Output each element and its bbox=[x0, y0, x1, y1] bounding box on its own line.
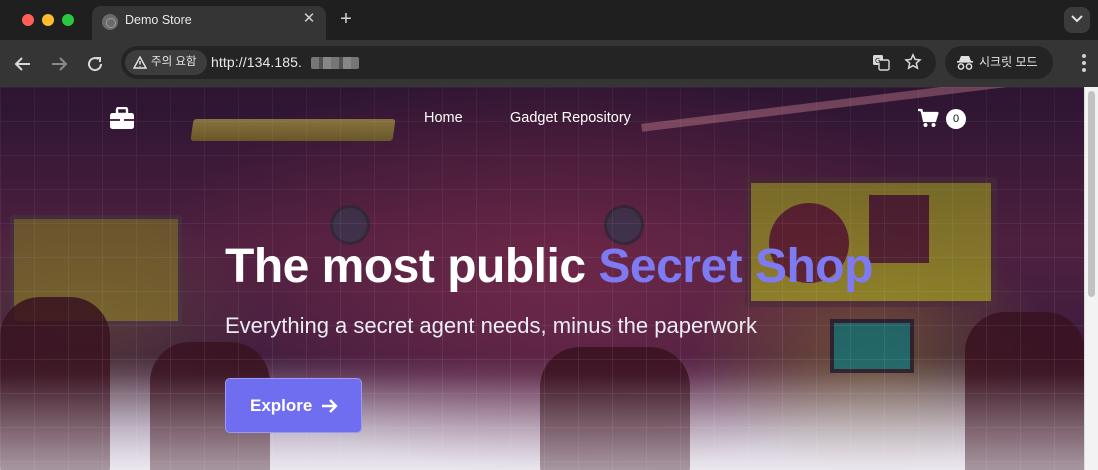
globe-icon bbox=[102, 14, 118, 30]
browser-tab-bar: Demo Store ✕ + bbox=[0, 0, 1098, 40]
url-text[interactable]: http://134.185. bbox=[211, 54, 302, 70]
translate-icon[interactable]: G bbox=[872, 54, 890, 71]
hero-title-main: The most public bbox=[225, 240, 599, 293]
hero-title: The most public Secret Shop bbox=[225, 237, 985, 297]
bookmark-star-icon[interactable] bbox=[904, 53, 922, 71]
new-tab-button[interactable]: + bbox=[336, 9, 356, 29]
nav-link-gadget-repository[interactable]: Gadget Repository bbox=[510, 110, 631, 126]
page-scrollbar[interactable] bbox=[1084, 87, 1098, 470]
briefcase-icon[interactable] bbox=[109, 107, 135, 130]
explore-button[interactable]: Explore bbox=[225, 378, 362, 433]
address-bar[interactable]: 주의 요함 http://134.185. G bbox=[121, 46, 936, 79]
close-window-button[interactable] bbox=[22, 14, 34, 26]
tab-search-button[interactable] bbox=[1064, 7, 1090, 33]
site-navbar: Home Gadget Repository 0 bbox=[0, 87, 1084, 151]
tab-title: Demo Store bbox=[125, 13, 192, 27]
arrow-right-icon bbox=[52, 57, 68, 71]
maximize-window-button[interactable] bbox=[62, 14, 74, 26]
security-indicator[interactable]: 주의 요함 bbox=[125, 50, 207, 75]
reload-icon bbox=[88, 57, 103, 72]
svg-text:G: G bbox=[875, 57, 880, 65]
incognito-label: 시크릿 모드 bbox=[979, 55, 1038, 69]
shopping-cart-icon[interactable] bbox=[917, 108, 939, 128]
arrow-left-icon bbox=[14, 57, 30, 71]
browser-tab[interactable]: Demo Store ✕ bbox=[92, 6, 326, 40]
forward-button[interactable] bbox=[47, 52, 71, 76]
minimize-window-button[interactable] bbox=[42, 14, 54, 26]
explore-button-label: Explore bbox=[250, 396, 313, 415]
more-menu-icon[interactable] bbox=[1082, 54, 1086, 72]
arrow-right-icon bbox=[322, 399, 338, 413]
nav-link-home[interactable]: Home bbox=[424, 110, 463, 126]
hero-title-accent: Secret Shop bbox=[598, 240, 873, 293]
security-label: 주의 요함 bbox=[151, 56, 197, 68]
scrollbar-thumb[interactable] bbox=[1088, 91, 1095, 297]
cart-count-badge[interactable]: 0 bbox=[946, 109, 966, 129]
page-viewport: Home Gadget Repository 0 The most public… bbox=[0, 87, 1098, 470]
close-icon[interactable]: ✕ bbox=[300, 10, 318, 28]
reload-button[interactable] bbox=[83, 52, 107, 76]
hero-section: The most public Secret Shop Everything a… bbox=[225, 237, 985, 339]
warning-icon bbox=[133, 56, 147, 69]
back-button[interactable] bbox=[11, 52, 35, 76]
url-redacted bbox=[311, 57, 359, 69]
browser-toolbar: 주의 요함 http://134.185. G 시크릿 모드 bbox=[0, 40, 1098, 87]
chevron-down-icon bbox=[1071, 15, 1083, 23]
hero-subtitle: Everything a secret agent needs, minus t… bbox=[225, 313, 757, 338]
incognito-indicator[interactable]: 시크릿 모드 bbox=[945, 46, 1053, 79]
incognito-icon bbox=[957, 56, 973, 70]
